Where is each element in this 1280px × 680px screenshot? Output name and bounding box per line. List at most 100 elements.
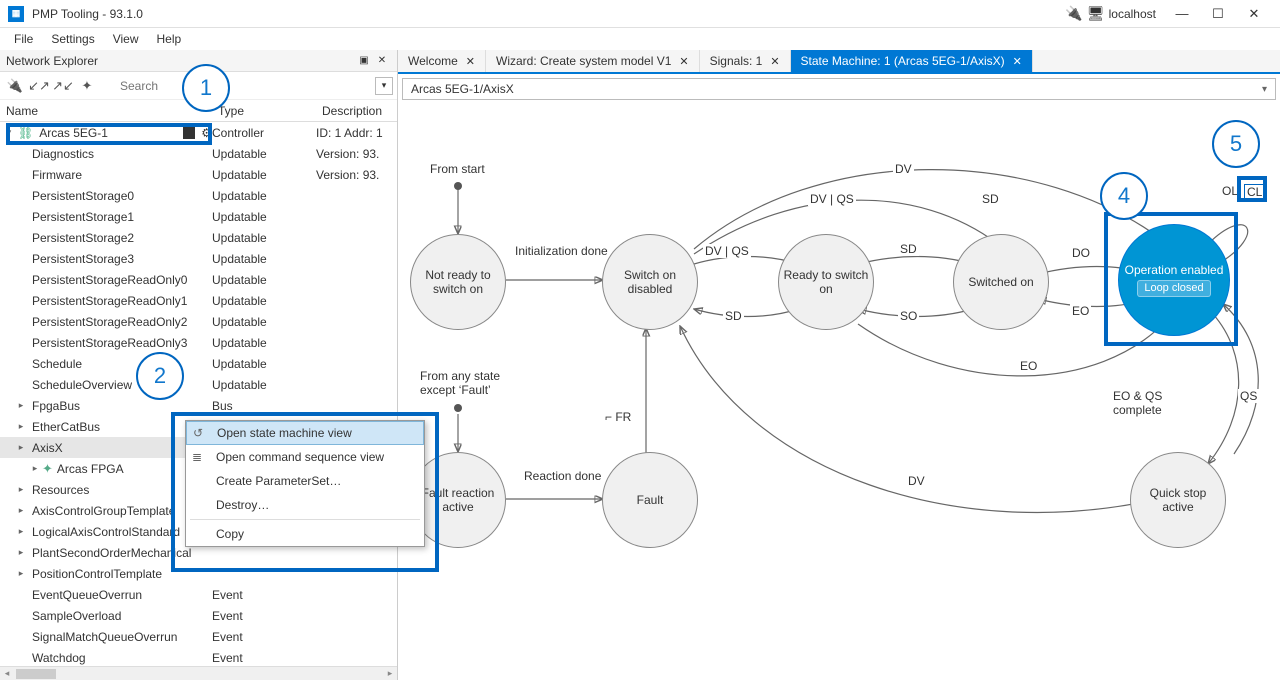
expand-icon[interactable]: ↙↗ — [28, 75, 50, 97]
tree-row[interactable]: SignalMatchQueueOverrunEvent — [0, 626, 397, 647]
editor-tab[interactable]: Signals: 1✕ — [700, 50, 791, 72]
tree-item-type: Updatable — [212, 168, 316, 182]
tree-row[interactable]: SampleOverloadEvent — [0, 605, 397, 626]
tree-item-label: EtherCatBus — [28, 420, 104, 434]
col-name[interactable]: Name — [0, 104, 212, 118]
node-quick-stop-active[interactable]: Quick stop active — [1130, 452, 1226, 548]
tree-item-desc: Version: 93. — [316, 168, 397, 182]
path-bar[interactable]: Arcas 5EG-1/AxisX ▾ — [402, 78, 1276, 100]
node-switch-on-disabled[interactable]: Switch on disabled — [602, 234, 698, 330]
context-menu[interactable]: ↺Open state machine view≣Open command se… — [185, 420, 425, 547]
tab-close-icon[interactable]: ✕ — [1013, 55, 1022, 68]
tree-item-type: Updatable — [212, 252, 316, 266]
device-icon: ⛓ — [18, 126, 33, 140]
context-menu-item[interactable]: Create ParameterSet… — [186, 469, 424, 493]
search-input[interactable] — [100, 75, 373, 97]
label-so: SO — [898, 309, 919, 323]
tree-row[interactable]: EventQueueOverrunEvent — [0, 584, 397, 605]
context-menu-item[interactable]: ↺Open state machine view — [186, 421, 424, 445]
refresh-icon[interactable]: ✦ — [76, 75, 98, 97]
tree-row[interactable]: PersistentStorageReadOnly1Updatable — [0, 290, 397, 311]
tree-item-type: Event — [212, 630, 316, 644]
tree-item-label: PersistentStorageReadOnly0 — [28, 273, 191, 287]
editor-tab[interactable]: Welcome✕ — [398, 50, 486, 72]
window-minimize-button[interactable]: — — [1164, 1, 1200, 27]
tree-row[interactable]: PersistentStorageReadOnly3Updatable — [0, 332, 397, 353]
label-eo: EO — [1070, 304, 1091, 318]
tree-row[interactable]: ScheduleUpdatable — [0, 353, 397, 374]
expand-arrow-icon[interactable]: ▸ — [14, 547, 28, 558]
plug-icon: 🔌 — [1065, 5, 1082, 22]
tree-item-label: Diagnostics — [28, 147, 98, 161]
app-title: PMP Tooling - 93.1.0 — [32, 7, 1065, 21]
label-fr: ⌐ FR — [603, 410, 633, 424]
tree-row[interactable]: ▸PositionControlTemplate — [0, 563, 397, 584]
tree-item-label: PersistentStorage3 — [28, 252, 138, 266]
stop-icon[interactable] — [183, 127, 195, 139]
context-menu-item[interactable]: Destroy… — [186, 493, 424, 517]
menu-settings[interactable]: Settings — [43, 30, 102, 48]
tree-item-label: PersistentStorageReadOnly1 — [28, 294, 191, 308]
menu-view[interactable]: View — [105, 30, 147, 48]
node-ready-to-switch-on[interactable]: Ready to switch on — [778, 234, 874, 330]
chevron-down-icon[interactable]: ▾ — [1262, 84, 1267, 95]
editor-tab[interactable]: Wizard: Create system model V1✕ — [486, 50, 700, 72]
state-machine-diagram[interactable]: From start Not ready to switch on Initia… — [398, 104, 1280, 680]
expand-arrow-icon[interactable]: ▸ — [28, 463, 42, 474]
label-do: DO — [1070, 246, 1092, 260]
window-maximize-button[interactable]: ☐ — [1200, 1, 1236, 27]
search-options-button[interactable]: ▾ — [375, 77, 393, 95]
menu-file[interactable]: File — [6, 30, 41, 48]
tree-item-type: Updatable — [212, 231, 316, 245]
tree-row[interactable]: PersistentStorageReadOnly0Updatable — [0, 269, 397, 290]
expand-arrow-icon[interactable]: ▸ — [14, 442, 28, 453]
tree-row[interactable]: PersistentStorage1Updatable — [0, 206, 397, 227]
tab-close-icon[interactable]: ✕ — [770, 55, 779, 68]
tree-item-label: SampleOverload — [28, 609, 125, 623]
col-type[interactable]: Type — [212, 104, 316, 118]
node-switched-on[interactable]: Switched on — [953, 234, 1049, 330]
panel-close-button[interactable]: ✕ — [373, 52, 391, 70]
tree-row[interactable]: FirmwareUpdatableVersion: 93. — [0, 164, 397, 185]
window-close-button[interactable]: ✕ — [1236, 1, 1272, 27]
expand-arrow-icon[interactable]: ▸ — [14, 400, 28, 411]
node-oe-label: Operation enabled — [1125, 263, 1224, 277]
callout-5: 5 — [1212, 120, 1260, 168]
expand-arrow-icon[interactable]: ▸ — [14, 421, 28, 432]
editor-tab[interactable]: State Machine: 1 (Arcas 5EG-1/AxisX)✕ — [791, 50, 1033, 72]
menu-bar: File Settings View Help — [0, 28, 1280, 50]
tree-row[interactable]: DiagnosticsUpdatableVersion: 93. — [0, 143, 397, 164]
tree-row[interactable]: WatchdogEvent — [0, 647, 397, 668]
tree-row[interactable]: ScheduleOverviewUpdatable — [0, 374, 397, 395]
tree-item-type: Updatable — [212, 315, 316, 329]
tree[interactable]: ▾⛓Arcas 5EG-1⚙ControllerID: 1 Addr: 1Dia… — [0, 122, 397, 680]
node-fault[interactable]: Fault — [602, 452, 698, 548]
expand-arrow-icon[interactable]: ▾ — [2, 127, 16, 138]
tree-row[interactable]: ▾⛓Arcas 5EG-1⚙ControllerID: 1 Addr: 1 — [0, 122, 397, 143]
expand-arrow-icon[interactable]: ▸ — [14, 568, 28, 579]
col-desc[interactable]: Description — [316, 104, 397, 118]
tree-scrollbar[interactable]: ◂▸ — [0, 666, 397, 680]
context-menu-item[interactable]: Copy — [186, 522, 424, 546]
expand-arrow-icon[interactable]: ▸ — [14, 484, 28, 495]
tree-row[interactable]: PersistentStorage2Updatable — [0, 227, 397, 248]
gear-icon[interactable]: ⚙ — [201, 126, 212, 140]
tree-row[interactable]: ▸FpgaBusBus — [0, 395, 397, 416]
label-eo-long: EO — [1018, 359, 1039, 373]
tree-row[interactable]: PersistentStorage3 Updatable — [0, 248, 397, 269]
node-not-ready[interactable]: Not ready to switch on — [410, 234, 506, 330]
tab-close-icon[interactable]: ✕ — [466, 55, 475, 68]
tree-row[interactable]: PersistentStorageReadOnly2Updatable — [0, 311, 397, 332]
connect-icon[interactable]: 🔌 — [4, 75, 26, 97]
context-menu-item[interactable]: ≣Open command sequence view — [186, 445, 424, 469]
tree-row[interactable]: PersistentStorage0Updatable — [0, 185, 397, 206]
tab-close-icon[interactable]: ✕ — [679, 55, 688, 68]
tree-item-label: PersistentStorage1 — [28, 210, 138, 224]
collapse-icon[interactable]: ↗↙ — [52, 75, 74, 97]
expand-arrow-icon[interactable]: ▸ — [14, 505, 28, 516]
expand-arrow-icon[interactable]: ▸ — [14, 526, 28, 537]
label-sd-1: SD — [723, 309, 744, 323]
node-operation-enabled[interactable]: Operation enabled Loop closed — [1118, 224, 1230, 336]
menu-help[interactable]: Help — [149, 30, 190, 48]
panel-undock-button[interactable]: ▣ — [355, 52, 373, 70]
